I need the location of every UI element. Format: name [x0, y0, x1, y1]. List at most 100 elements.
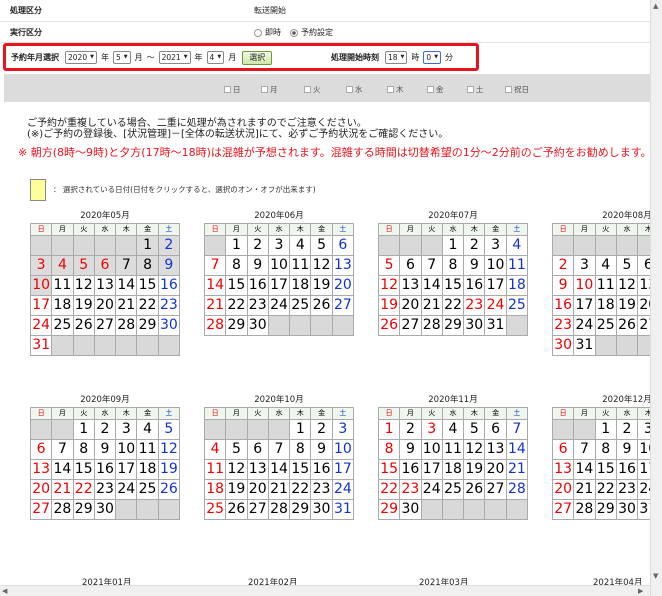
day-cell[interactable]: 13	[94, 276, 117, 296]
day-cell[interactable]: 15	[442, 276, 465, 296]
day-cell[interactable]: 30	[158, 316, 180, 336]
day-cell[interactable]: 2	[247, 236, 269, 256]
day-cell[interactable]: 30	[94, 500, 117, 520]
day-cell[interactable]: 10	[574, 276, 596, 296]
day-cell[interactable]: 25	[506, 296, 528, 316]
day-cell[interactable]: 23	[247, 296, 269, 316]
scroll-down-icon[interactable]: ▼	[653, 572, 658, 580]
day-cell[interactable]: 5	[311, 236, 333, 256]
day-cell[interactable]: 1	[226, 236, 248, 256]
filter-thursday[interactable]: 木	[387, 84, 404, 95]
day-cell[interactable]: 29	[290, 500, 312, 520]
day-cell[interactable]: 20	[332, 276, 354, 296]
day-cell[interactable]: 13	[31, 460, 53, 480]
day-cell[interactable]: 29	[73, 500, 95, 520]
day-cell[interactable]: 16	[616, 460, 639, 480]
day-cell[interactable]: 25	[442, 480, 465, 500]
day-cell[interactable]: 28	[268, 500, 291, 520]
day-cell[interactable]: 6	[400, 256, 422, 276]
radio-reserve[interactable]	[290, 28, 298, 37]
start-month-select[interactable]: 5 ▼	[112, 51, 131, 64]
day-cell[interactable]: 8	[595, 440, 617, 460]
day-cell[interactable]: 5	[73, 256, 95, 276]
day-cell[interactable]: 28	[421, 316, 443, 336]
day-cell[interactable]: 29	[226, 316, 248, 336]
day-cell[interactable]: 15	[595, 460, 617, 480]
day-cell[interactable]: 18	[595, 296, 617, 316]
day-cell[interactable]: 22	[137, 296, 159, 316]
day-cell[interactable]: 30	[616, 500, 639, 520]
day-cell[interactable]: 27	[31, 500, 53, 520]
day-cell[interactable]: 1	[290, 420, 312, 440]
day-cell[interactable]: 19	[379, 296, 401, 316]
day-cell[interactable]: 26	[616, 316, 639, 336]
day-cell[interactable]: 26	[379, 316, 401, 336]
day-cell[interactable]: 2	[311, 420, 333, 440]
end-month-select[interactable]: 4 ▼	[206, 51, 225, 64]
day-cell[interactable]: 26	[311, 296, 333, 316]
day-cell[interactable]: 7	[421, 256, 443, 276]
day-cell[interactable]: 8	[137, 256, 159, 276]
day-cell[interactable]: 17	[421, 460, 443, 480]
scroll-up-icon[interactable]: ▲	[653, 2, 658, 10]
day-cell[interactable]: 17	[332, 460, 354, 480]
day-cell[interactable]: 10	[485, 256, 507, 276]
filter-monday[interactable]: 月	[261, 84, 278, 95]
day-cell[interactable]: 13	[553, 460, 575, 480]
day-cell[interactable]: 14	[205, 276, 227, 296]
day-cell[interactable]: 20	[553, 480, 575, 500]
day-cell[interactable]: 18	[137, 460, 159, 480]
day-cell[interactable]: 28	[52, 500, 74, 520]
day-cell[interactable]: 6	[94, 256, 117, 276]
day-cell[interactable]: 9	[553, 276, 575, 296]
day-cell[interactable]: 25	[595, 316, 617, 336]
filter-tuesday[interactable]: 火	[304, 84, 321, 95]
day-cell[interactable]: 22	[595, 480, 617, 500]
day-cell[interactable]: 9	[400, 440, 422, 460]
day-cell[interactable]: 23	[311, 480, 333, 500]
day-cell[interactable]: 1	[137, 236, 159, 256]
day-cell[interactable]: 21	[421, 296, 443, 316]
day-cell[interactable]: 26	[73, 316, 95, 336]
day-cell[interactable]: 22	[379, 480, 401, 500]
day-cell[interactable]: 31	[332, 500, 354, 520]
day-cell[interactable]: 2	[616, 420, 639, 440]
day-cell[interactable]: 26	[158, 480, 180, 500]
day-cell[interactable]: 1	[595, 420, 617, 440]
day-cell[interactable]: 21	[506, 460, 528, 480]
day-cell[interactable]: 8	[442, 256, 465, 276]
scroll-right-icon[interactable]: ▶	[638, 587, 643, 595]
day-cell[interactable]: 4	[52, 256, 74, 276]
day-cell[interactable]: 9	[158, 256, 180, 276]
filter-sunday[interactable]: 日	[224, 84, 241, 95]
day-cell[interactable]: 19	[616, 296, 639, 316]
day-cell[interactable]: 2	[400, 420, 422, 440]
day-cell[interactable]: 2	[158, 236, 180, 256]
day-cell[interactable]: 9	[94, 440, 117, 460]
day-cell[interactable]: 7	[574, 440, 596, 460]
select-button[interactable]: 選択	[242, 50, 273, 65]
day-cell[interactable]: 9	[616, 440, 639, 460]
day-cell[interactable]: 11	[595, 276, 617, 296]
day-cell[interactable]: 20	[94, 296, 117, 316]
day-cell[interactable]: 6	[31, 440, 53, 460]
day-cell[interactable]: 16	[464, 276, 486, 296]
day-cell[interactable]: 3	[332, 420, 354, 440]
day-cell[interactable]: 22	[73, 480, 95, 500]
day-cell[interactable]: 18	[442, 460, 465, 480]
horizontal-scrollbar[interactable]: ◀ ▶	[0, 585, 650, 596]
day-cell[interactable]: 25	[290, 296, 312, 316]
day-cell[interactable]: 16	[247, 276, 269, 296]
day-cell[interactable]: 9	[311, 440, 333, 460]
day-cell[interactable]: 12	[616, 276, 639, 296]
day-cell[interactable]: 12	[226, 460, 248, 480]
day-cell[interactable]: 22	[290, 480, 312, 500]
day-cell[interactable]: 11	[442, 440, 465, 460]
day-cell[interactable]: 10	[332, 440, 354, 460]
day-cell[interactable]: 21	[52, 480, 74, 500]
day-cell[interactable]: 11	[205, 460, 227, 480]
day-cell[interactable]: 24	[31, 316, 53, 336]
day-cell[interactable]: 14	[421, 276, 443, 296]
day-cell[interactable]: 21	[574, 480, 596, 500]
day-cell[interactable]: 4	[506, 236, 528, 256]
